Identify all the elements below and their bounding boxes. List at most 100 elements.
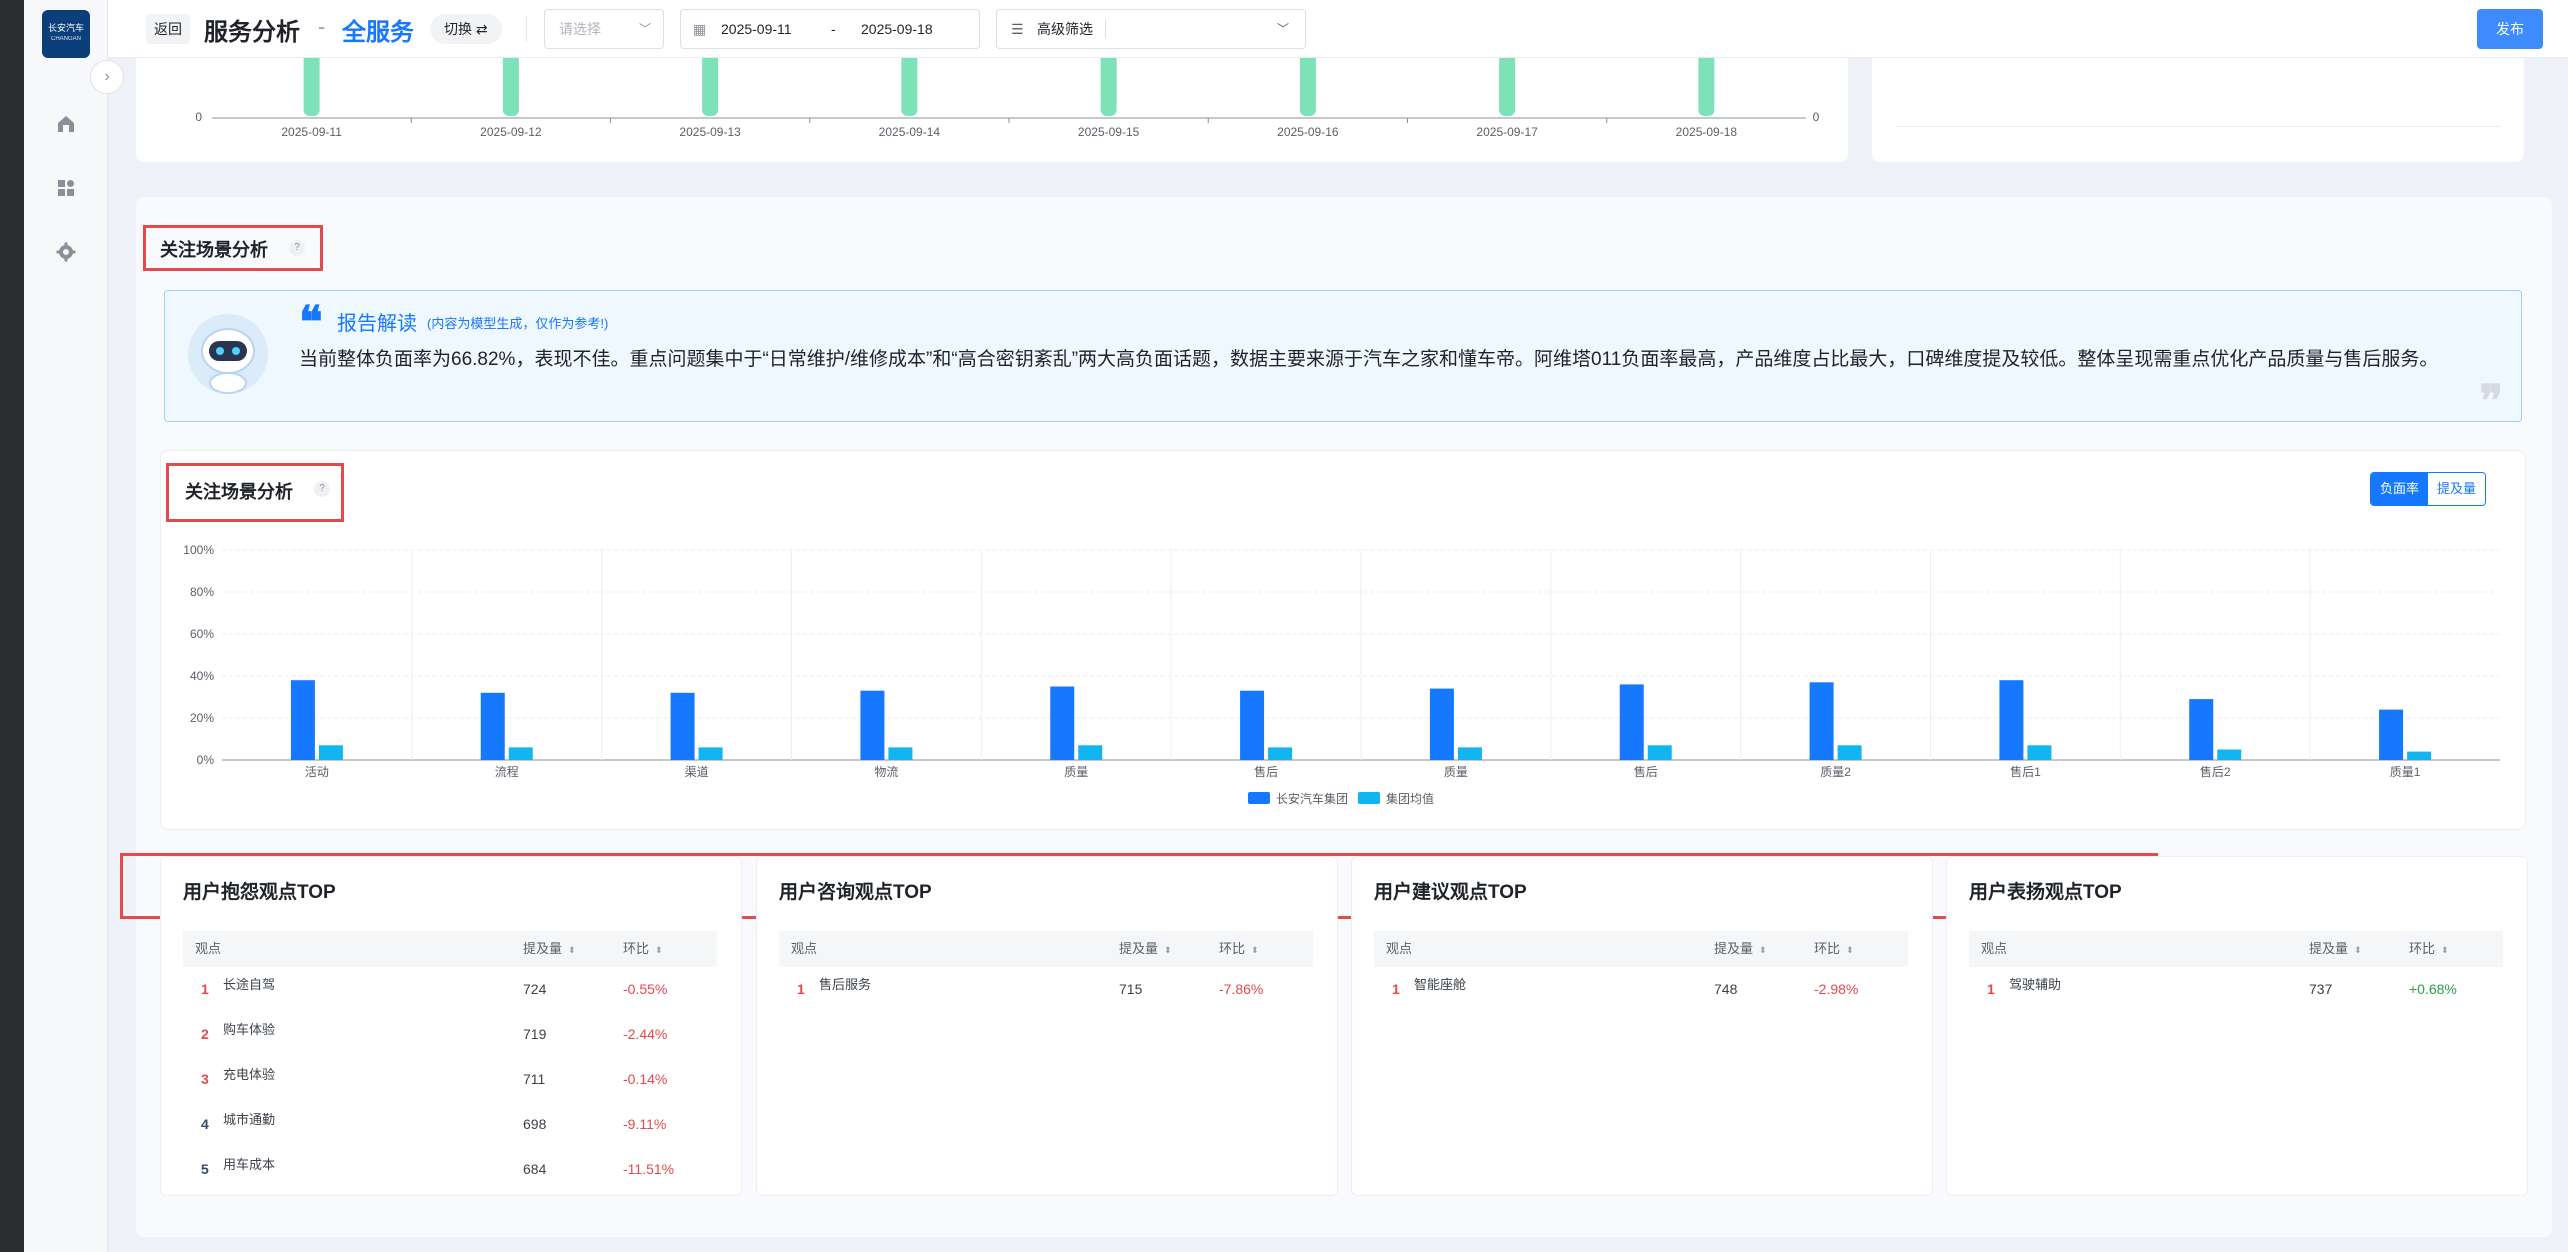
- bar-group[interactable]: [1619, 684, 1644, 760]
- back-button[interactable]: 返回: [146, 14, 190, 44]
- sort-icon[interactable]: ⬍: [1846, 945, 1854, 955]
- column-header: 观点: [1386, 931, 1412, 967]
- bar-group[interactable]: [1240, 690, 1265, 760]
- change-rate: -0.55%: [623, 981, 668, 997]
- bar-group[interactable]: [2379, 709, 2404, 760]
- bar-average[interactable]: [698, 747, 723, 760]
- date-range-picker[interactable]: ▦ 2025-09-11 - 2025-09-18: [680, 9, 980, 49]
- opinion-name: 长途自驾: [223, 977, 276, 992]
- trend-date-label: 2025-09-13: [679, 125, 741, 139]
- sort-icon[interactable]: ⬍: [655, 945, 663, 955]
- column-header[interactable]: 提及量 ⬍: [2309, 931, 2362, 968]
- mention-count: 684: [523, 1161, 547, 1177]
- date-end[interactable]: 2025-09-18: [861, 10, 933, 48]
- trend-date-label: 2025-09-15: [1078, 125, 1140, 139]
- bar-average[interactable]: [1837, 745, 1862, 760]
- column-header-label: 提及量: [523, 941, 563, 956]
- bar-average[interactable]: [508, 747, 533, 760]
- dashboard-icon[interactable]: [50, 172, 82, 204]
- table-row[interactable]: 4 城市通勤 698 -9.11%: [183, 1102, 717, 1146]
- bar-group[interactable]: [2189, 699, 2214, 760]
- side-chart-axis: [1896, 126, 2500, 127]
- opinion-table-card: 用户建议观点TOP 观点 提及量 ⬍ 环比 ⬍ 1 智能座舱 748 -2.98%: [1351, 856, 1933, 1196]
- home-icon[interactable]: [50, 108, 82, 140]
- mention-count: 719: [523, 1026, 547, 1042]
- table-row[interactable]: 3 充电体验 711 -0.14%: [183, 1057, 717, 1101]
- bar-average[interactable]: [1268, 747, 1293, 760]
- report-interpretation: ❝ 报告解读 (内容为模型生成，仅作为参考!) 当前整体负面率为66.82%，表…: [164, 290, 2522, 427]
- bar-group[interactable]: [1999, 680, 2024, 760]
- bar-group[interactable]: [1429, 688, 1454, 760]
- bar-group[interactable]: [860, 690, 885, 760]
- opinion-name: 驾驶辅助: [2009, 977, 2062, 992]
- column-header-label: 环比: [1814, 941, 1841, 956]
- trend-zero-right: 0: [1813, 110, 1820, 124]
- publish-button[interactable]: 发布: [2477, 9, 2543, 49]
- column-header[interactable]: 提及量 ⬍: [523, 931, 576, 968]
- advanced-filter-label: 高级筛选: [1037, 21, 1093, 37]
- help-icon[interactable]: ?: [314, 481, 330, 497]
- rank-number: 1: [1392, 981, 1400, 997]
- chevron-down-icon: ﹀: [1276, 22, 1289, 36]
- bar-average[interactable]: [888, 747, 913, 760]
- y-tick-label: 40%: [190, 669, 214, 683]
- bar-average[interactable]: [2407, 751, 2432, 760]
- bar-average[interactable]: [318, 745, 343, 760]
- gear-icon[interactable]: [50, 236, 82, 268]
- quote-close-icon: ❞: [2479, 376, 2503, 427]
- column-header[interactable]: 环比 ⬍: [1219, 931, 1259, 968]
- trend-date-label: 2025-09-12: [480, 125, 542, 139]
- change-rate: +0.68%: [2409, 981, 2457, 997]
- column-header[interactable]: 提及量 ⬍: [1714, 931, 1767, 968]
- bar-group[interactable]: [290, 680, 315, 760]
- column-header: 观点: [791, 931, 817, 967]
- advanced-filter[interactable]: ☰ 高级筛选 ﹀: [996, 9, 1306, 49]
- table-row[interactable]: 1 长途自驾 724 -0.55%: [183, 967, 717, 1011]
- toggle-mention-volume[interactable]: 提及量: [2428, 473, 2486, 505]
- date-start[interactable]: 2025-09-11: [721, 10, 792, 48]
- bar-average[interactable]: [1457, 747, 1482, 760]
- section-title: 关注场景分析: [160, 240, 268, 260]
- column-header[interactable]: 环比 ⬍: [2409, 931, 2449, 968]
- bar-group[interactable]: [670, 692, 695, 760]
- bar-average[interactable]: [1647, 745, 1672, 760]
- sidebar-expand-button[interactable]: ›: [90, 60, 124, 94]
- legend-label[interactable]: 集团均值: [1386, 791, 1434, 806]
- sort-icon[interactable]: ⬍: [2354, 945, 2362, 955]
- sort-icon[interactable]: ⬍: [1759, 945, 1767, 955]
- help-icon[interactable]: ?: [289, 240, 305, 256]
- column-header[interactable]: 提及量 ⬍: [1119, 931, 1172, 968]
- opinion-table-card: 用户抱怨观点TOP 观点 提及量 ⬍ 环比 ⬍ 1 长途自驾 724 -0.55% 2 购车体验 719…: [160, 856, 742, 1196]
- table-row[interactable]: 5 用车成本 684 -11.51%: [183, 1147, 717, 1191]
- sort-icon[interactable]: ⬍: [1164, 945, 1172, 955]
- table-row[interactable]: 2 购车体验 719 -2.44%: [183, 1012, 717, 1056]
- report-body: 当前整体负面率为66.82%，表现不佳。重点问题集中于“日常维护/维修成本”和“…: [299, 349, 2439, 370]
- chevron-right-icon: ›: [104, 68, 110, 85]
- sort-icon[interactable]: ⬍: [2441, 945, 2449, 955]
- legend-label[interactable]: 长安汽车集团: [1276, 791, 1348, 806]
- bar-average[interactable]: [1078, 745, 1103, 760]
- y-tick-label: 0%: [197, 753, 215, 767]
- bar-average[interactable]: [2027, 745, 2052, 760]
- x-category-label: 质量2: [1820, 765, 1851, 779]
- bar-average[interactable]: [2217, 749, 2242, 761]
- switch-button[interactable]: 切换 ⇄: [430, 14, 502, 44]
- column-header[interactable]: 环比 ⬍: [623, 931, 663, 968]
- column-header-label: 环比: [1219, 941, 1246, 956]
- bar-group[interactable]: [1050, 686, 1075, 761]
- sort-icon[interactable]: ⬍: [568, 945, 576, 955]
- column-header[interactable]: 环比 ⬍: [1814, 931, 1854, 968]
- table-row[interactable]: 1 驾驶辅助 737 +0.68%: [1969, 967, 2503, 1011]
- toggle-negative-rate[interactable]: 负面率: [2371, 473, 2429, 505]
- trend-chart: 0 0 2025-09-11 2025-09-12 2025-09-13 2025-0…: [195, 40, 1820, 139]
- sort-icon[interactable]: ⬍: [1251, 945, 1259, 955]
- bar-group[interactable]: [1809, 682, 1834, 760]
- table-row[interactable]: 1 智能座舱 748 -2.98%: [1374, 967, 1908, 1011]
- brand-logo[interactable]: 长安汽车 CHANGAN: [42, 10, 90, 58]
- mention-count: 737: [2309, 981, 2333, 997]
- metric-toggle: 负面率 提及量: [2370, 472, 2487, 506]
- table-row[interactable]: 1 售后服务 715 -7.86%: [779, 967, 1313, 1011]
- y-tick-label: 60%: [190, 627, 214, 641]
- scope-select[interactable]: 请选择 ﹀: [544, 9, 664, 49]
- bar-group[interactable]: [480, 692, 505, 760]
